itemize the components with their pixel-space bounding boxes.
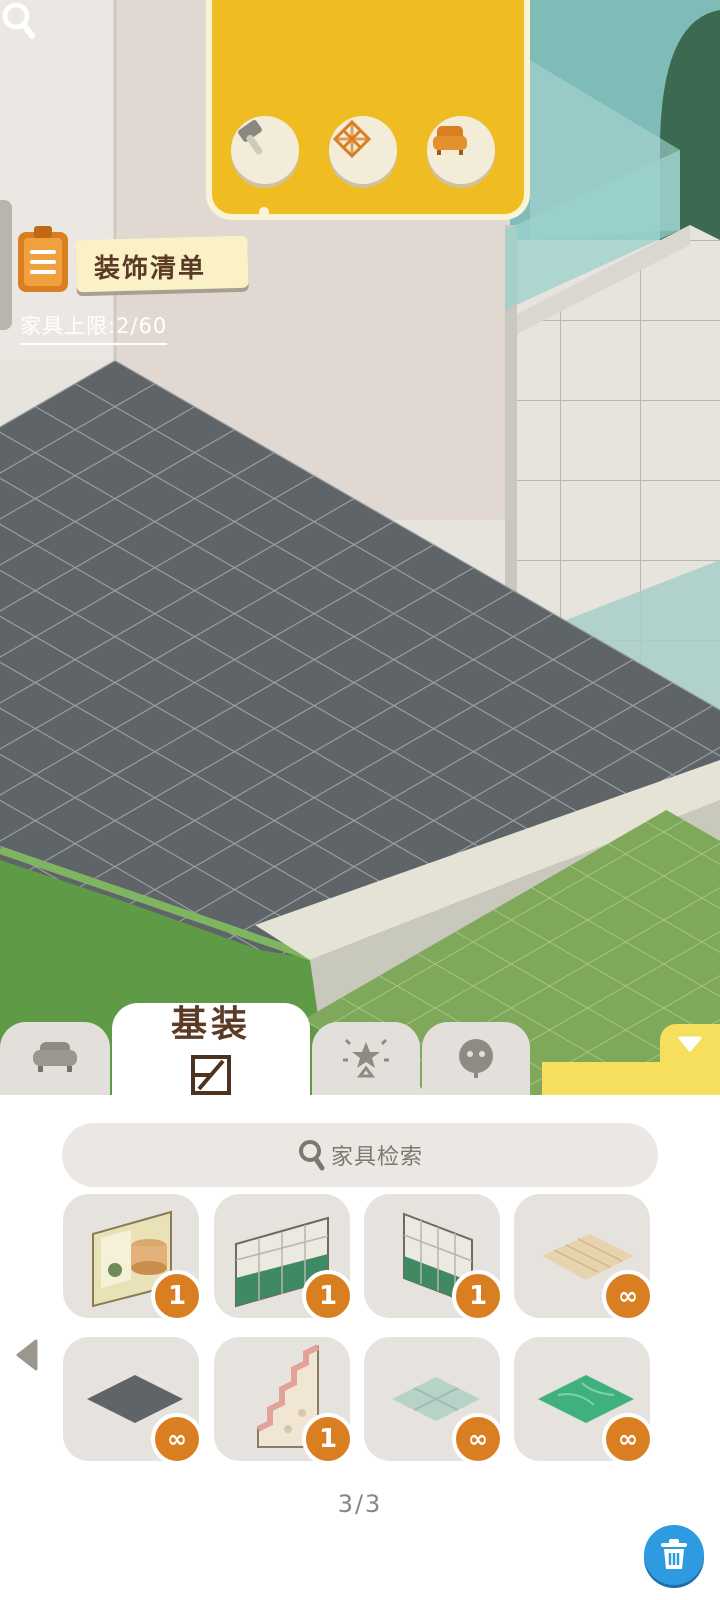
item-card[interactable]: ∞ [364, 1337, 504, 1465]
tab-basic-build[interactable]: 基装 [112, 1003, 310, 1103]
item-card[interactable]: 1 [214, 1194, 354, 1322]
side-drawer-handle[interactable] [0, 200, 12, 330]
page-indicator: 3/3 [337, 1490, 383, 1518]
item-card[interactable]: 1 [214, 1337, 354, 1465]
item-count-badge: ∞ [602, 1270, 654, 1322]
wallpaper-pattern-icon [332, 119, 372, 159]
trash-icon [661, 1539, 687, 1569]
item-card[interactable]: ∞ [514, 1194, 654, 1322]
item-panel: 家具检索 1 1 1 ∞ ∞ 1 ∞ ∞ 3/3 [0, 1095, 720, 1600]
item-card[interactable]: ∞ [63, 1337, 203, 1465]
prev-page-arrow-icon[interactable] [14, 1338, 40, 1372]
item-count-badge: 1 [452, 1270, 504, 1322]
item-count-badge: ∞ [151, 1413, 203, 1465]
delete-button[interactable] [644, 1525, 704, 1585]
sofa-icon [33, 1042, 77, 1072]
item-card[interactable]: 1 [63, 1194, 203, 1322]
wall-floor-icon [191, 1055, 231, 1095]
clipboard-icon [18, 226, 68, 292]
tab-lighting[interactable] [312, 1022, 420, 1102]
hammer-tool-button[interactable] [231, 116, 299, 184]
chevron-down-icon [678, 1036, 702, 1052]
lamp-star-icon [343, 1038, 389, 1078]
item-count-badge: 1 [151, 1270, 203, 1322]
tool-panel [206, 0, 530, 220]
collapse-panel-button[interactable] [660, 1024, 720, 1064]
tab-basic-build-label: 基装 [170, 1004, 251, 1045]
tab-stickers[interactable] [422, 1022, 530, 1102]
item-card[interactable]: 1 [364, 1194, 504, 1322]
tool-selected-indicator [259, 207, 269, 217]
room-scene[interactable]: 装饰清单 家具上限:2/60 [0, 0, 720, 1095]
face-sticker-icon [459, 1039, 493, 1078]
search-icon [298, 1140, 325, 1171]
furniture-search-input[interactable]: 家具检索 [62, 1123, 658, 1187]
item-count-badge: 1 [302, 1270, 354, 1322]
hammer-icon [238, 120, 263, 155]
decoration-list-label: 装饰清单 [94, 254, 207, 284]
item-count-badge: 1 [302, 1413, 354, 1465]
furniture-limit-text: 家具上限:2/60 [20, 310, 168, 345]
item-card[interactable]: ∞ [514, 1337, 654, 1465]
search-icon[interactable] [0, 0, 36, 40]
tab-furniture[interactable] [0, 1022, 110, 1102]
wallpaper-tool-button[interactable] [329, 116, 397, 184]
armchair-icon [433, 126, 467, 155]
search-placeholder: 家具检索 [330, 1145, 423, 1170]
decoration-list-button[interactable]: 装饰清单 [16, 226, 249, 296]
item-count-badge: ∞ [602, 1413, 654, 1465]
furniture-tool-button[interactable] [427, 116, 495, 184]
item-count-badge: ∞ [452, 1413, 504, 1465]
